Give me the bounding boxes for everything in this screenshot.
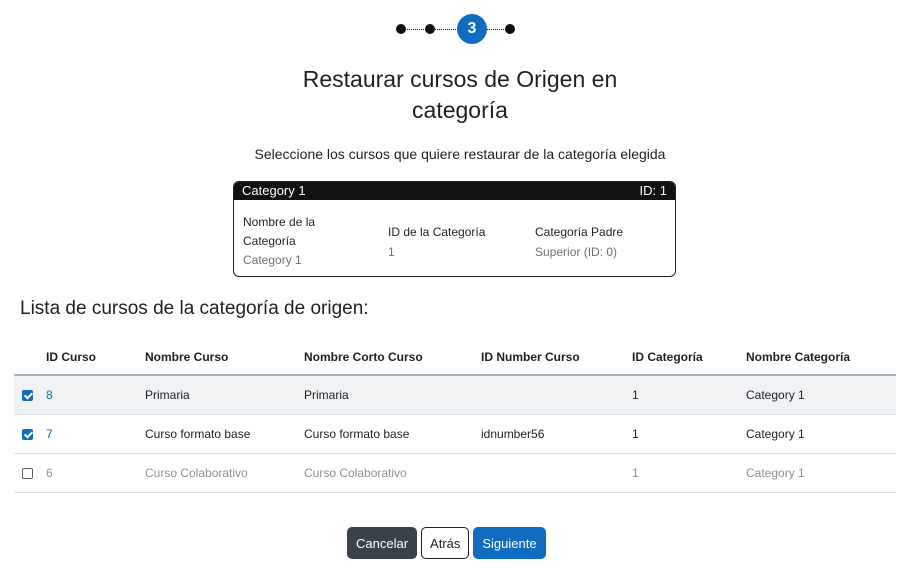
- page-title-line2: categoría: [412, 97, 508, 123]
- table-header-row: ID Curso Nombre Curso Nombre Corto Curso…: [14, 340, 896, 376]
- course-idnumber: [481, 453, 632, 493]
- progress-stepper: 3: [0, 10, 920, 50]
- page-title: Restaurar cursos de Origen en categoría: [0, 64, 920, 126]
- step-1-dot: [396, 24, 406, 34]
- back-button[interactable]: Atrás: [421, 527, 470, 559]
- column-header-name: Nombre Curso: [145, 340, 304, 376]
- action-buttons: Cancelar Atrás Siguiente: [347, 527, 546, 559]
- column-header-id: ID Curso: [46, 340, 145, 376]
- cancel-button[interactable]: Cancelar: [347, 527, 418, 559]
- course-idnumber: idnumber56: [481, 414, 632, 454]
- category-card-name: Category 1: [242, 183, 306, 198]
- step-2-dot: [425, 24, 435, 34]
- course-id-link[interactable]: 8: [46, 375, 145, 415]
- category-id-value: 1: [388, 245, 395, 259]
- category-name-value: Category 1: [243, 253, 302, 267]
- row-checkbox[interactable]: [22, 390, 33, 402]
- course-name: Primaria: [145, 375, 304, 415]
- course-shortname: Primaria: [304, 375, 481, 415]
- course-idnumber: [481, 375, 632, 415]
- category-name-field: Nombre de la Categoría Category 1: [243, 213, 315, 270]
- course-category-id: 1: [632, 453, 746, 493]
- course-category-name: Category 1: [746, 453, 896, 493]
- parent-category-label: Categoría Padre: [535, 225, 624, 239]
- course-id-link[interactable]: 6: [46, 453, 145, 493]
- course-table: ID Curso Nombre Curso Nombre Corto Curso…: [14, 340, 896, 493]
- select-column-header: [14, 340, 46, 376]
- page-title-line1: Restaurar cursos de Origen en: [302, 66, 618, 92]
- course-name: Curso formato base: [145, 414, 304, 454]
- parent-category-value: Superior (ID: 0): [535, 245, 618, 259]
- step-4-dot: [505, 24, 515, 34]
- category-id-field: ID de la Categoría 1: [388, 222, 485, 262]
- table-row[interactable]: 8 Primaria Primaria 1 Category 1: [14, 375, 896, 415]
- course-name: Curso Colaborativo: [145, 453, 304, 493]
- category-name-label-line1: Nombre de la: [243, 215, 316, 229]
- table-row[interactable]: 6 Curso Colaborativo Curso Colaborativo …: [14, 453, 896, 493]
- course-shortname: Curso formato base: [304, 414, 481, 454]
- category-card: Category 1 ID: 1 Nombre de la Categoría …: [233, 181, 676, 277]
- parent-category-field: Categoría Padre Superior (ID: 0): [535, 222, 623, 262]
- course-category-name: Category 1: [746, 375, 896, 415]
- row-checkbox[interactable]: [22, 429, 33, 441]
- stepper-line: [400, 29, 510, 30]
- course-list-title: Lista de cursos de la categoría de orige…: [20, 298, 369, 319]
- category-card-header: Category 1 ID: 1: [234, 182, 675, 200]
- column-header-shortname: Nombre Corto Curso: [304, 340, 481, 376]
- category-name-label-line2: Categoría: [243, 234, 296, 248]
- course-category-id: 1: [632, 375, 746, 415]
- column-header-idnumber: ID Number Curso: [481, 340, 632, 376]
- step-current-indicator: 3: [457, 14, 487, 44]
- category-id-label: ID de la Categoría: [388, 225, 486, 239]
- table-row[interactable]: 7 Curso formato base Curso formato base …: [14, 414, 896, 454]
- course-shortname: Curso Colaborativo: [304, 453, 481, 493]
- course-category-id: 1: [632, 414, 746, 454]
- row-checkbox[interactable]: [22, 468, 33, 480]
- course-id-link[interactable]: 7: [46, 414, 145, 454]
- category-card-id: ID: 1: [639, 183, 667, 198]
- column-header-category-id: ID Categoría: [632, 340, 746, 376]
- page-subtitle: Seleccione los cursos que quiere restaur…: [254, 146, 666, 162]
- next-button[interactable]: Siguiente: [473, 527, 546, 559]
- course-category-name: Category 1: [746, 414, 896, 454]
- column-header-category-name: Nombre Categoría: [746, 340, 896, 376]
